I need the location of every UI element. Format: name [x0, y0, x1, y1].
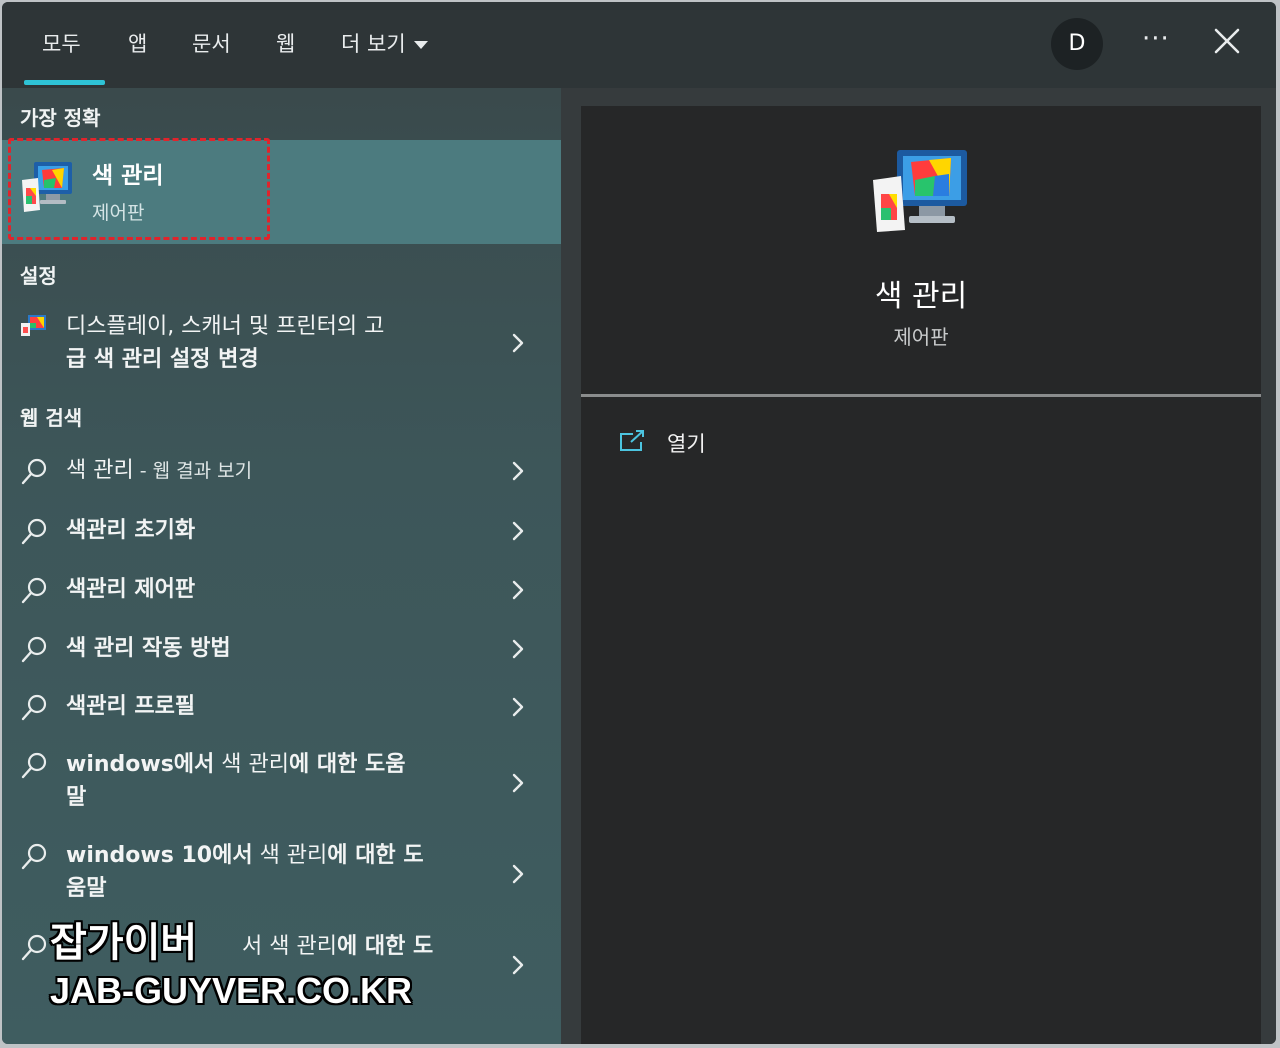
color-management-large-icon [873, 150, 967, 232]
web-result-label: 색 관리 - 웹 결과 보기 [66, 454, 476, 488]
chevron-right-icon [512, 955, 524, 975]
web-result-part: 색 관리 [214, 752, 290, 777]
search-tabs-bar: 모두 앱 문서 웹 더 보기 D ··· [2, 2, 1276, 88]
web-result-item[interactable]: 색관리 초기화 [2, 514, 561, 550]
tab-documents[interactable]: 문서 [192, 28, 231, 60]
tab-more[interactable]: 더 보기 [341, 28, 428, 60]
more-options-button[interactable]: ··· [1142, 24, 1170, 54]
web-result-label: 색관리 제어판 [66, 577, 196, 602]
search-icon [21, 458, 47, 485]
chevron-down-icon [413, 41, 428, 49]
chevron-right-icon [512, 333, 524, 353]
web-result-item[interactable]: 색관리 프로필 [2, 690, 561, 726]
section-title-web-search: 웹 검색 [20, 406, 83, 430]
chevron-right-icon [512, 521, 524, 541]
tab-apps[interactable]: 앱 [128, 28, 147, 60]
tab-more-label: 더 보기 [341, 32, 406, 56]
web-result-part: windows에서 [66, 752, 215, 777]
chevron-right-icon [512, 639, 524, 659]
close-icon[interactable] [1210, 24, 1244, 58]
web-result-label: windows 10에서 색 관리에 대한 도 움말 [66, 839, 476, 905]
web-result-line2: 움말 [66, 876, 107, 901]
search-icon [21, 636, 47, 663]
settings-item-label: 디스플레이, 스캐너 및 프린터의 고 급 색 관리 설정 변경 [66, 310, 476, 376]
web-result-part: 서 색 관리 [242, 934, 337, 959]
search-icon [21, 577, 47, 604]
detail-pane: 색 관리 제어판 열기 [561, 88, 1276, 1044]
chevron-right-icon [512, 773, 524, 793]
web-result-part: windows 10에서 [66, 843, 253, 868]
chevron-right-icon [512, 461, 524, 481]
detail-card: 색 관리 제어판 열기 [581, 106, 1261, 1044]
web-result-item[interactable]: windows에서 색 관리에 대한 도움 말 [2, 748, 561, 818]
detail-subtitle: 제어판 [893, 325, 949, 349]
web-result-query: 색 관리 [66, 458, 134, 483]
search-icon [21, 934, 47, 961]
settings-item-line1: 디스플레이, 스캐너 및 프린터의 고 [66, 314, 385, 339]
web-result-label: 서 색 관리에 대한 도 [242, 930, 482, 963]
web-result-part: 에 대한 도 [336, 934, 434, 959]
tab-all[interactable]: 모두 [42, 28, 81, 60]
web-result-item[interactable]: 색 관리 작동 방법 [2, 632, 561, 668]
chevron-right-icon [512, 697, 524, 717]
web-result-line1: windows에서 색 관리에 대한 도움 [66, 748, 476, 781]
avatar[interactable]: D [1051, 18, 1103, 70]
watermark-url: JAB-GUYVER.CO.KR [50, 970, 413, 1011]
search-icon [21, 518, 47, 545]
search-window: 모두 앱 문서 웹 더 보기 D ··· 가장 정확 색 관리 제어판 설정 디… [2, 2, 1276, 1044]
section-title-best-match: 가장 정확 [20, 106, 101, 130]
web-result-line1: windows 10에서 색 관리에 대한 도 [66, 839, 476, 872]
web-result-item[interactable]: 색관리 제어판 [2, 573, 561, 609]
search-icon [21, 694, 47, 721]
chevron-right-icon [512, 580, 524, 600]
section-title-settings: 설정 [20, 264, 57, 288]
web-result-line1: 서 색 관리에 대한 도 [242, 930, 482, 963]
search-icon [21, 752, 47, 779]
web-result-item[interactable]: 색 관리 - 웹 결과 보기 [2, 454, 561, 490]
detail-divider [581, 394, 1261, 397]
open-external-icon [620, 430, 644, 451]
web-result-suffix: - 웹 결과 보기 [133, 460, 253, 482]
settings-item-line2: 급 색 관리 설정 변경 [66, 343, 476, 376]
active-tab-indicator [24, 80, 105, 85]
search-icon [21, 843, 47, 870]
web-result-part: 에 대한 도 [327, 843, 424, 868]
red-dashed-highlight [8, 138, 270, 240]
web-result-part: 에 대한 도움 [289, 752, 406, 777]
web-result-label: 색관리 프로필 [66, 694, 196, 719]
open-label: 열기 [667, 432, 706, 456]
web-result-label: 색 관리 작동 방법 [66, 636, 231, 661]
watermark-korean: 잡가이버 [50, 920, 198, 966]
web-result-part: 색 관리 [252, 843, 328, 868]
results-pane: 가장 정확 색 관리 제어판 설정 디스플레이, 스캐너 및 프린터의 고 급 … [2, 88, 561, 1044]
tab-web[interactable]: 웹 [276, 28, 295, 60]
chevron-right-icon [512, 864, 524, 884]
web-result-item[interactable]: windows 10에서 색 관리에 대한 도 움말 [2, 839, 561, 909]
color-management-small-icon [21, 315, 46, 336]
web-result-label: windows에서 색 관리에 대한 도움 말 [66, 748, 476, 814]
settings-item[interactable]: 디스플레이, 스캐너 및 프린터의 고 급 색 관리 설정 변경 [2, 310, 561, 376]
detail-title: 색 관리 [874, 279, 968, 314]
settings-item-line2-text: 급 색 관리 설정 변경 [66, 347, 259, 372]
web-result-line2: 말 [66, 785, 87, 810]
web-result-label: 색관리 초기화 [66, 518, 196, 543]
